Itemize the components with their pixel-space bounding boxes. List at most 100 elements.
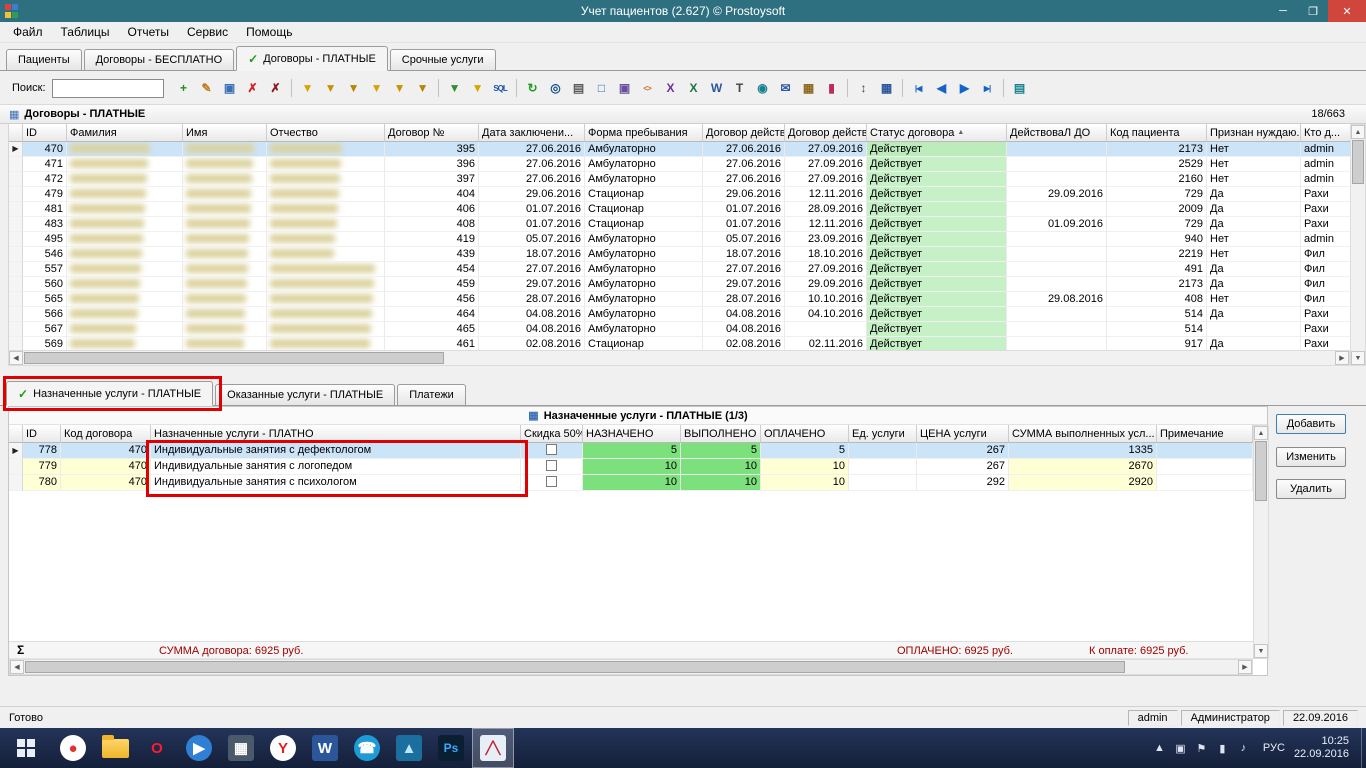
- export-archive-icon[interactable]: ▦: [798, 78, 819, 99]
- taskbar-clock[interactable]: 10:25 22.09.2016: [1294, 735, 1349, 761]
- discount-checkbox[interactable]: [546, 476, 557, 487]
- table-row[interactable]: 54643918.07.2016Амбулаторно18.07.201618.…: [9, 247, 1350, 262]
- filter-sql-icon[interactable]: SQL: [490, 78, 511, 99]
- group-icon[interactable]: ▦: [876, 78, 897, 99]
- scroll-down-icon[interactable]: ▼: [1351, 351, 1365, 365]
- add-record-icon[interactable]: +: [173, 78, 194, 99]
- chart-icon[interactable]: ▮: [821, 78, 842, 99]
- discount-checkbox[interactable]: [546, 444, 557, 455]
- table-row[interactable]: 55745427.07.2016Амбулаторно27.07.201627.…: [9, 262, 1350, 277]
- filter-add-icon[interactable]: ▼: [320, 78, 341, 99]
- tab-0[interactable]: Пациенты: [6, 49, 82, 70]
- column-header-8[interactable]: Договор действу...: [785, 124, 867, 142]
- contracts-hscrollbar[interactable]: ◀ ▶: [8, 350, 1350, 366]
- scroll-right-icon[interactable]: ▶: [1238, 660, 1252, 674]
- nav-prev-icon[interactable]: ◀: [931, 78, 952, 99]
- export-copy-icon[interactable]: ▣: [614, 78, 635, 99]
- filter-apply-icon[interactable]: ▼: [297, 78, 318, 99]
- scroll-right-icon[interactable]: ▶: [1335, 351, 1349, 365]
- export-web-icon[interactable]: ◉: [752, 78, 773, 99]
- tab-3[interactable]: Срочные услуги: [390, 49, 496, 70]
- tab-1[interactable]: Договоры - БЕСПЛАТНО: [84, 49, 235, 70]
- refresh-icon[interactable]: ↻: [522, 78, 543, 99]
- nav-next-icon[interactable]: ▶: [954, 78, 975, 99]
- table-row[interactable]: 56746504.08.2016Амбулаторно04.08.2016Дей…: [9, 322, 1350, 337]
- menu-item-4[interactable]: Помощь: [237, 23, 301, 41]
- copy-record-icon[interactable]: ▣: [219, 78, 240, 99]
- column-header-1[interactable]: Код договора: [61, 425, 151, 443]
- column-header-7[interactable]: Договор действ...: [703, 124, 785, 142]
- table-row[interactable]: 56545628.07.2016Амбулаторно28.07.201610.…: [9, 292, 1350, 307]
- services-tab-2[interactable]: Платежи: [397, 384, 466, 405]
- vscroll-thumb[interactable]: [1352, 140, 1364, 184]
- tray-display-icon[interactable]: ▣: [1170, 742, 1191, 755]
- show-desktop-button[interactable]: [1361, 728, 1366, 768]
- menu-item-3[interactable]: Сервис: [178, 23, 237, 41]
- photos-app-icon[interactable]: ▲: [388, 728, 430, 768]
- column-header-10[interactable]: Примечание: [1157, 425, 1253, 443]
- column-header-1[interactable]: Фамилия: [67, 124, 183, 142]
- column-header-9[interactable]: СУММА выполненных усл...▲: [1009, 425, 1157, 443]
- menu-item-1[interactable]: Таблицы: [52, 23, 119, 41]
- filter-edit-icon[interactable]: ▼: [412, 78, 433, 99]
- table-row[interactable]: 48340801.07.2016Стационар01.07.201612.11…: [9, 217, 1350, 232]
- calculator-icon[interactable]: ▦: [220, 728, 262, 768]
- column-header-4[interactable]: НАЗНАЧЕНО: [583, 425, 681, 443]
- search-input[interactable]: [52, 79, 164, 98]
- services-tab-1[interactable]: Оказанные услуги - ПЛАТНЫЕ: [215, 384, 395, 405]
- find-icon[interactable]: ◎: [545, 78, 566, 99]
- edit-record-icon[interactable]: ✎: [196, 78, 217, 99]
- table-row[interactable]: 48140601.07.2016Стационар01.07.201628.09…: [9, 202, 1350, 217]
- table-row[interactable]: ▶47039527.06.2016Амбулаторно27.06.201627…: [9, 142, 1350, 157]
- delete-button[interactable]: Удалить: [1276, 479, 1346, 499]
- recorder-app-icon[interactable]: ●: [52, 728, 94, 768]
- table-row[interactable]: 47139627.06.2016Амбулаторно27.06.201627.…: [9, 157, 1350, 172]
- menu-item-2[interactable]: Отчеты: [119, 23, 178, 41]
- scroll-up-icon[interactable]: ▲: [1351, 125, 1365, 139]
- tray-usb-icon[interactable]: ▮: [1212, 742, 1233, 755]
- title-bar[interactable]: Учет пациентов (2.627) © Prostoysoft ─ ❐…: [0, 0, 1366, 22]
- sort-icon[interactable]: ↕: [853, 78, 874, 99]
- export-xml-icon[interactable]: X: [660, 78, 681, 99]
- scroll-left-icon[interactable]: ◀: [9, 351, 23, 365]
- column-header-4[interactable]: Договор №: [385, 124, 479, 142]
- column-header-2[interactable]: Назначенные услуги - ПЛАТНО: [151, 425, 521, 443]
- column-header-3[interactable]: Отчество: [267, 124, 385, 142]
- filter-star-icon[interactable]: ▼: [467, 78, 488, 99]
- nav-last-icon[interactable]: ▶|: [977, 78, 998, 99]
- column-header-6[interactable]: Форма пребывания: [585, 124, 703, 142]
- export-mail-icon[interactable]: ✉: [775, 78, 796, 99]
- services-tab-0[interactable]: ✓Назначенные услуги - ПЛАТНЫЕ: [6, 381, 213, 406]
- phone-app-icon[interactable]: ☎: [346, 728, 388, 768]
- table-row[interactable]: 56646404.08.2016Амбулаторно04.08.201604.…: [9, 307, 1350, 322]
- preview-icon[interactable]: □: [591, 78, 612, 99]
- column-header-5[interactable]: ВЫПОЛНЕНО: [681, 425, 761, 443]
- column-header-11[interactable]: Код пациента: [1107, 124, 1207, 142]
- file-explorer-icon[interactable]: [94, 728, 136, 768]
- discount-checkbox[interactable]: [546, 460, 557, 471]
- filter-favorite-icon[interactable]: ▼: [444, 78, 465, 99]
- services-hscrollbar[interactable]: ◀ ▶: [9, 659, 1253, 675]
- delete-record-icon[interactable]: ✗: [242, 78, 263, 99]
- column-header-3[interactable]: Скидка 50%: [521, 425, 583, 443]
- language-indicator[interactable]: РУС: [1263, 742, 1285, 754]
- export-word-icon[interactable]: W: [706, 78, 727, 99]
- maximize-button[interactable]: ❐: [1298, 0, 1328, 22]
- yandex-browser-icon[interactable]: Y: [262, 728, 304, 768]
- photoshop-icon[interactable]: Ps: [430, 728, 472, 768]
- minimize-button[interactable]: ─: [1268, 0, 1298, 22]
- delete-many-icon[interactable]: ✗: [265, 78, 286, 99]
- scroll-down-icon[interactable]: ▼: [1254, 644, 1268, 658]
- report-icon[interactable]: ▤: [1009, 78, 1030, 99]
- export-html-icon[interactable]: <>: [637, 78, 658, 99]
- table-row[interactable]: 780470Индивидуальные занятия с психолого…: [9, 475, 1253, 491]
- table-row[interactable]: 47940429.06.2016Стационар29.06.201612.11…: [9, 187, 1350, 202]
- opera-browser-icon[interactable]: O: [136, 728, 178, 768]
- table-row[interactable]: 56946102.08.2016Стационар02.08.201602.11…: [9, 337, 1350, 350]
- services-vscrollbar[interactable]: ▲ ▼: [1253, 425, 1269, 659]
- vscroll-thumb[interactable]: [1255, 441, 1267, 501]
- close-button[interactable]: ✕: [1328, 0, 1366, 22]
- add-button[interactable]: Добавить: [1276, 414, 1346, 434]
- tab-2[interactable]: ✓Договоры - ПЛАТНЫЕ: [236, 46, 388, 71]
- scroll-up-icon[interactable]: ▲: [1254, 426, 1268, 440]
